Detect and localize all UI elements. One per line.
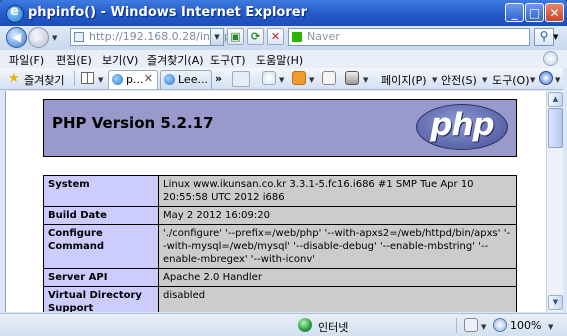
tab-phpinfo[interactable]: p... ✕: [108, 70, 158, 89]
zoom-icon[interactable]: [493, 318, 507, 332]
table-row: Virtual Directory Support disabled: [43, 286, 517, 312]
favorites-label[interactable]: 즐겨찾기: [24, 72, 64, 88]
ie-page-icon: [164, 74, 175, 85]
close-button[interactable]: ✕: [545, 3, 564, 22]
table-row: Server API Apache 2.0 Handler: [43, 268, 517, 287]
page-dropdown-icon[interactable]: ▼: [432, 76, 437, 84]
compatibility-view-icon[interactable]: ▣: [227, 28, 244, 45]
minimize-button[interactable]: _: [505, 3, 524, 22]
tab-label: p...: [126, 73, 144, 86]
browser-window: phpinfo() - Windows Internet Explorer _ …: [0, 0, 567, 336]
address-dropdown-button[interactable]: ▼: [210, 28, 224, 46]
status-bar: 인터넷 ▼ 100% ▼: [0, 313, 567, 336]
favorites-star-icon[interactable]: ★: [8, 71, 20, 86]
tab-list-dropdown-icon[interactable]: ▼: [98, 76, 103, 84]
scroll-up-button[interactable]: ▲: [548, 92, 563, 107]
quick-tabs-icon[interactable]: [81, 72, 94, 84]
menu-favorites[interactable]: 즐겨찾기(A): [147, 52, 204, 68]
menu-file[interactable]: 파일(F): [9, 52, 44, 68]
table-row: System Linux www.ikunsan.co.kr 3.3.1-5.f…: [43, 175, 517, 207]
internet-zone-icon: [298, 318, 312, 332]
new-tab-button[interactable]: [232, 71, 250, 87]
security-zone-label[interactable]: 인터넷: [318, 319, 348, 335]
table-key: Configure Command: [43, 224, 159, 269]
separator: [74, 71, 75, 86]
home-dropdown-icon[interactable]: ▼: [279, 76, 284, 84]
safety-dropdown-icon[interactable]: ▼: [482, 76, 487, 84]
status-dropdown-icon[interactable]: ▼: [481, 323, 486, 331]
info-table: System Linux www.ikunsan.co.kr 3.3.1-5.f…: [43, 175, 517, 312]
search-button[interactable]: ⚲: [534, 28, 554, 46]
php-header: PHP Version 5.2.17 php: [43, 99, 517, 157]
page-icon: [74, 32, 84, 42]
tools-dropdown-icon[interactable]: ▼: [530, 76, 535, 84]
ie-page-icon: [112, 74, 123, 85]
scroll-down-button[interactable]: ▼: [548, 295, 563, 310]
page-menu[interactable]: 페이지(P): [381, 72, 427, 88]
maximize-button[interactable]: □: [525, 3, 544, 22]
forward-button[interactable]: ▶: [28, 27, 49, 48]
tools-menu[interactable]: 도구(O): [492, 72, 529, 88]
tab-label: Lee...: [178, 73, 208, 86]
tab-overflow-button[interactable]: »: [215, 72, 222, 85]
naver-logo-icon: [292, 32, 302, 42]
table-key: Virtual Directory Support: [43, 286, 159, 312]
tab-close-icon[interactable]: ✕: [144, 72, 153, 85]
table-key: Server API: [43, 268, 159, 287]
tab-lee[interactable]: Lee...: [160, 70, 212, 89]
ie-logo-icon: [6, 4, 24, 23]
stop-button[interactable]: ✕: [267, 28, 284, 45]
table-row: Configure Command './configure' '--prefi…: [43, 224, 517, 269]
mail-icon[interactable]: [322, 71, 336, 85]
php-logo: php: [416, 104, 508, 150]
zoom-level[interactable]: 100%: [510, 319, 541, 332]
zoom-dropdown-icon[interactable]: ▼: [548, 323, 553, 331]
tab-bar: ★ 즐겨찾기 ▼ p... ✕ Lee... » ▼ ▼ ▼ 페이지(P) ▼ …: [0, 68, 567, 90]
feeds-icon[interactable]: [292, 71, 306, 85]
menu-help[interactable]: 도움말(H): [256, 52, 303, 68]
table-key: System: [43, 175, 159, 207]
feeds-dropdown-icon[interactable]: ▼: [309, 76, 314, 84]
print-icon[interactable]: [345, 71, 359, 85]
vertical-scrollbar[interactable]: ▲ ▼: [546, 91, 564, 312]
print-dropdown-icon[interactable]: ▼: [363, 76, 368, 84]
menu-bar: 파일(F) 편집(E) 보기(V) 즐겨찾기(A) 도구(T) 도움말(H): [0, 50, 567, 68]
menu-edit[interactable]: 편집(E): [56, 52, 92, 68]
history-dropdown-icon[interactable]: ▼: [52, 34, 57, 42]
refresh-button[interactable]: ⟳: [247, 28, 264, 45]
search-options-dropdown-icon[interactable]: ▼: [553, 33, 558, 41]
table-value: './configure' '--prefix=/web/php' '--wit…: [158, 224, 517, 269]
back-button[interactable]: ◀: [6, 27, 27, 48]
page-viewport[interactable]: PHP Version 5.2.17 php System Linux www.…: [5, 91, 546, 312]
help-icon[interactable]: [539, 71, 553, 85]
table-row: Build Date May 2 2012 16:09:20: [43, 206, 517, 225]
help-dropdown-icon[interactable]: ▼: [555, 76, 560, 84]
window-title: phpinfo() - Windows Internet Explorer: [28, 5, 307, 20]
toolbar-options-icon[interactable]: [543, 51, 558, 66]
scroll-thumb[interactable]: [548, 108, 563, 148]
separator: [456, 318, 457, 333]
search-box[interactable]: Naver: [288, 28, 530, 46]
menu-view[interactable]: 보기(V): [102, 52, 138, 68]
window-frame: [563, 68, 567, 336]
navigation-bar: ◀ ▶ ▼ http://192.168.0.28/info.php ▼ ▣ ⟳…: [0, 26, 567, 50]
table-key: Build Date: [43, 206, 159, 225]
title-bar[interactable]: phpinfo() - Windows Internet Explorer _ …: [0, 0, 567, 26]
home-icon[interactable]: [262, 71, 276, 85]
address-bar[interactable]: http://192.168.0.28/info.php: [70, 28, 245, 46]
table-value: Apache 2.0 Handler: [158, 268, 517, 287]
menu-tools[interactable]: 도구(T): [210, 52, 246, 68]
search-input[interactable]: Naver: [307, 30, 340, 43]
table-value: Linux www.ikunsan.co.kr 3.3.1-5.fc16.i68…: [158, 175, 517, 207]
php-logo-text: php: [430, 107, 494, 143]
safety-menu[interactable]: 안전(S): [441, 72, 477, 88]
page-title: PHP Version 5.2.17: [52, 114, 214, 132]
table-value: disabled: [158, 286, 517, 312]
table-value: May 2 2012 16:09:20: [158, 206, 517, 225]
protected-mode-icon[interactable]: [464, 318, 478, 332]
